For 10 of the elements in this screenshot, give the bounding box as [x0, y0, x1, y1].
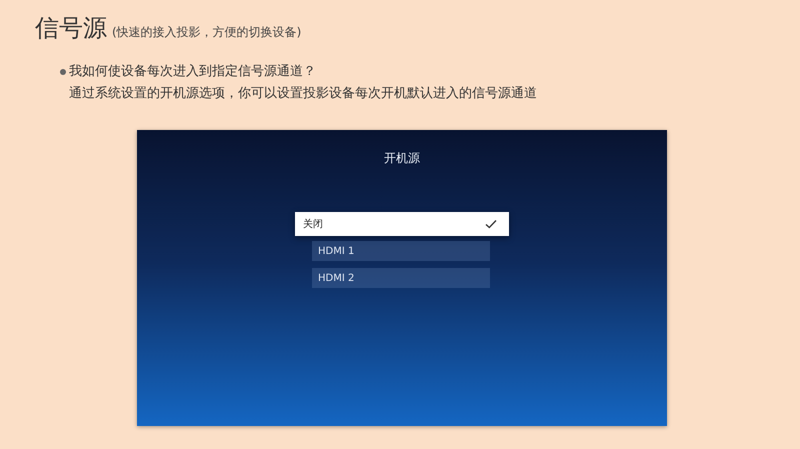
screen-title: 开机源: [384, 150, 420, 167]
page-title: 信号源: [35, 13, 107, 44]
check-icon: [485, 219, 497, 229]
option-item[interactable]: 关闭: [295, 212, 509, 236]
question-text: 我如何使设备每次进入到指定信号源通道？: [69, 63, 316, 81]
option-item[interactable]: HDMI 2: [312, 268, 490, 288]
answer-text: 通过系统设置的开机源选项，你可以设置投影设备每次开机默认进入的信号源通道: [69, 85, 538, 103]
page-subtitle: (快速的接入投影，方便的切换设备): [112, 24, 302, 41]
option-item[interactable]: HDMI 1: [312, 241, 490, 261]
bullet-icon: [60, 69, 66, 75]
